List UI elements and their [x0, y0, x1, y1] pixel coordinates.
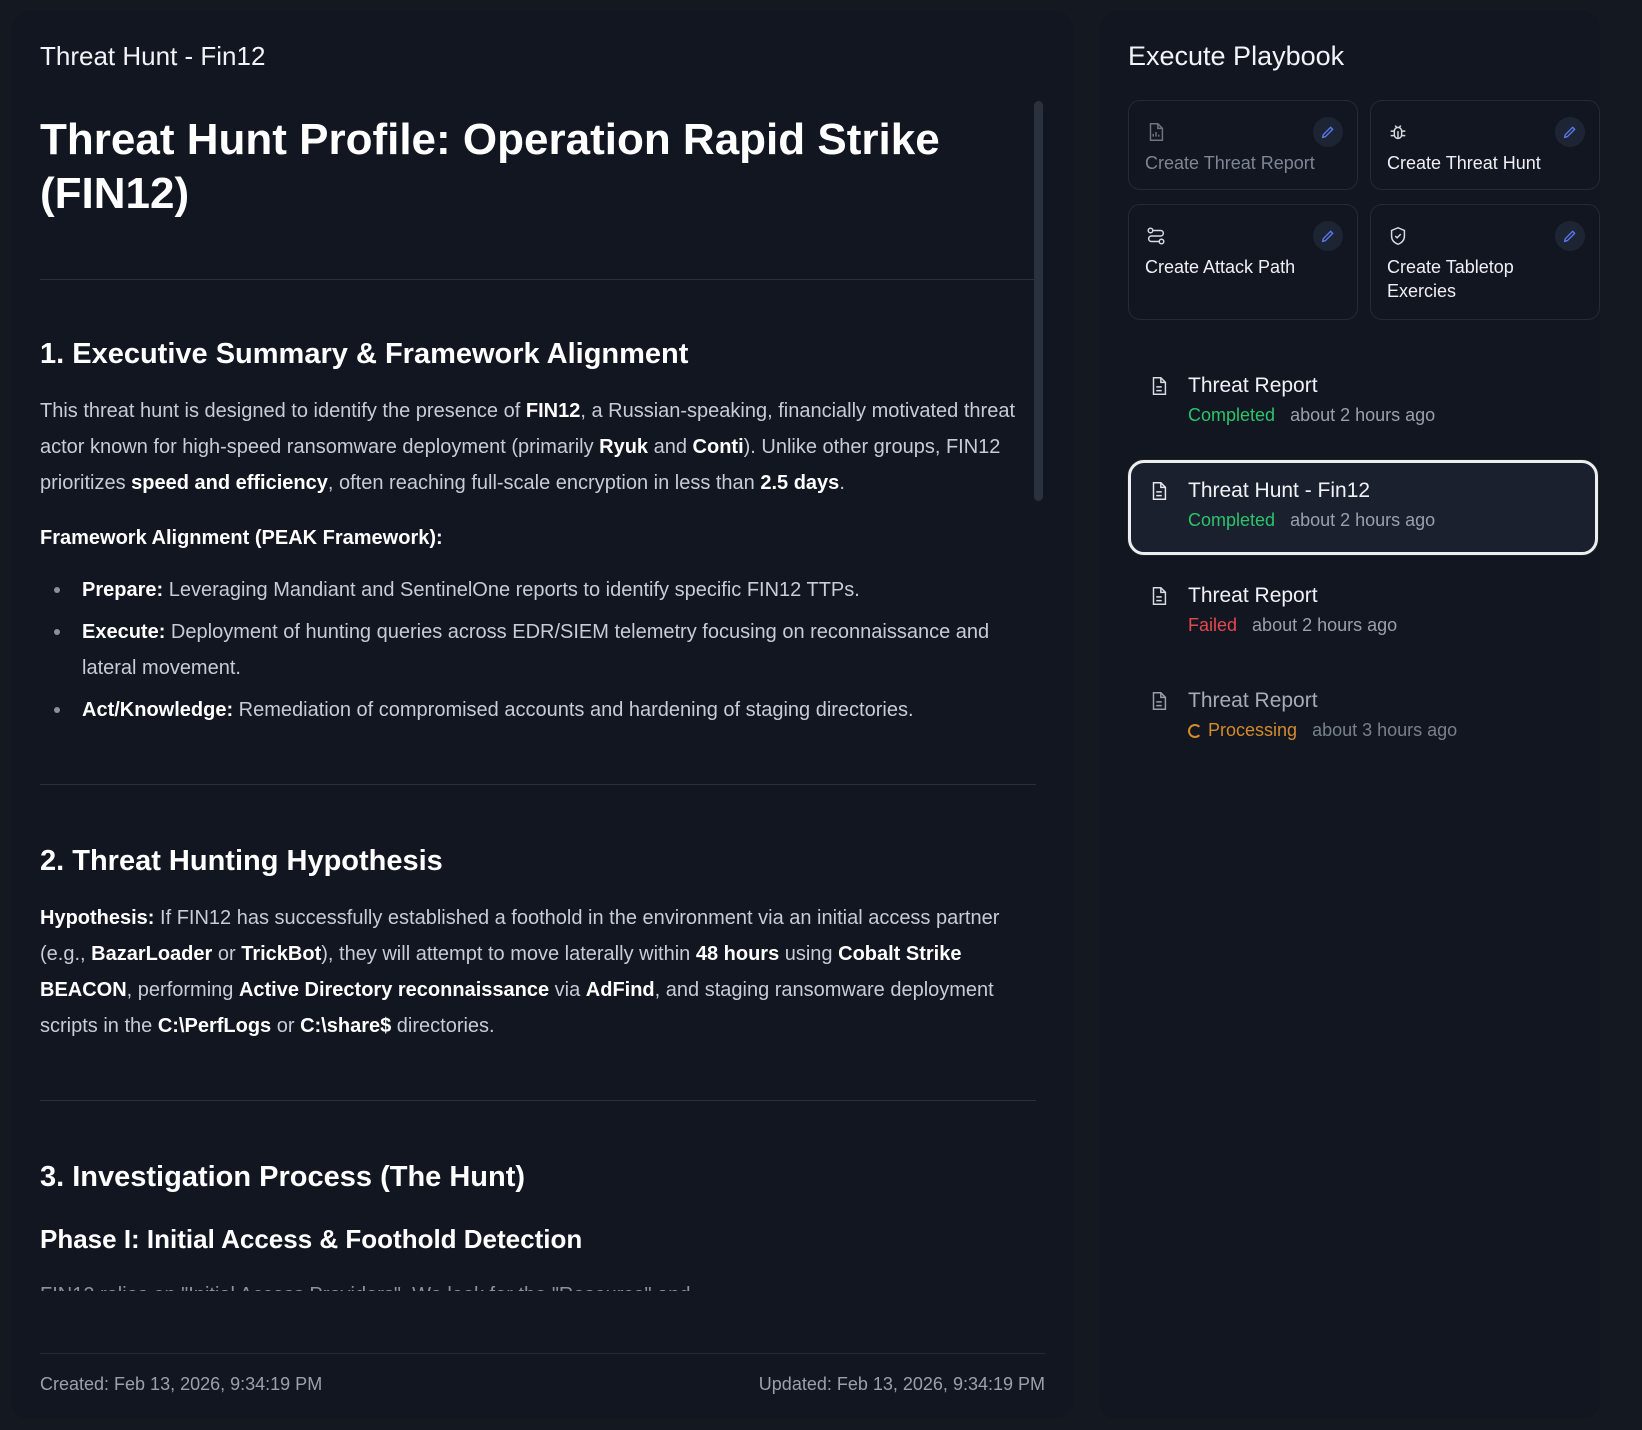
- status-badge: Completed: [1188, 510, 1276, 530]
- edit-pencil-icon[interactable]: [1555, 117, 1585, 147]
- edit-pencil-icon[interactable]: [1313, 221, 1343, 251]
- edit-pencil-icon[interactable]: [1313, 117, 1343, 147]
- create-threat-hunt-card[interactable]: Create Threat Hunt: [1370, 100, 1600, 190]
- document-panel: Threat Hunt - Fin12 Threat Hunt Profile:…: [11, 11, 1073, 1419]
- run-timestamp: about 2 hours ago: [1290, 405, 1436, 425]
- run-item-threat-report[interactable]: Threat Report Processing about 3 hours a…: [1128, 670, 1598, 765]
- playbook-run-list: Threat Report Completed about 2 hours ag…: [1128, 355, 1598, 775]
- status-badge: Failed: [1188, 615, 1238, 635]
- truncated-paragraph: FIN12 relies on "Initial Access Provider…: [40, 1277, 1038, 1291]
- updated-timestamp: Updated: Feb 13, 2026, 9:34:19 PM: [758, 1374, 1045, 1394]
- card-label: Create Threat Hunt: [1387, 153, 1541, 173]
- document-scrollbar[interactable]: [1034, 101, 1043, 501]
- document-icon: [1152, 587, 1167, 605]
- divider: [40, 784, 1036, 785]
- run-timestamp: about 3 hours ago: [1312, 720, 1458, 740]
- divider: [40, 1100, 1036, 1101]
- run-title: Threat Report: [1188, 374, 1318, 397]
- document-footer: Created: Feb 13, 2026, 9:34:19 PM Update…: [40, 1353, 1045, 1394]
- section-heading-investigation: 3. Investigation Process (The Hunt): [40, 1161, 526, 1193]
- playbook-action-grid: Create Threat Report Create Threat Hunt …: [1128, 100, 1600, 320]
- create-threat-report-card[interactable]: Create Threat Report: [1128, 100, 1358, 190]
- edit-pencil-icon[interactable]: [1555, 221, 1585, 251]
- playbook-panel: Execute Playbook Create Threat Report Cr…: [1099, 11, 1600, 1419]
- hypothesis-paragraph: Hypothesis: If FIN12 has successfully es…: [40, 907, 1000, 1037]
- list-item: Prepare: Leveraging Mandiant and Sentine…: [40, 572, 1038, 608]
- section-heading-hypothesis: 2. Threat Hunting Hypothesis: [40, 845, 443, 877]
- phase-heading: Phase I: Initial Access & Foothold Detec…: [40, 1224, 583, 1254]
- route-icon: [1147, 227, 1165, 245]
- run-item-threat-hunt[interactable]: Threat Hunt - Fin12 Completed about 2 ho…: [1128, 460, 1598, 555]
- card-label: Create Tabletop Exercies: [1387, 257, 1514, 301]
- run-timestamp: about 2 hours ago: [1290, 510, 1436, 530]
- shield-check-icon: [1390, 226, 1406, 246]
- spinner-icon: [1188, 724, 1202, 738]
- document-title: Threat Hunt Profile: Operation Rapid Str…: [40, 115, 940, 218]
- run-title: Threat Hunt - Fin12: [1188, 479, 1371, 502]
- executive-summary-paragraph: This threat hunt is designed to identify…: [40, 400, 1015, 494]
- status-badge: Processing: [1208, 720, 1298, 740]
- list-item: Execute: Deployment of hunting queries a…: [40, 614, 1038, 686]
- status-badge: Completed: [1188, 405, 1276, 425]
- playbook-title: Execute Playbook: [1128, 41, 1345, 71]
- card-label: Create Threat Report: [1145, 153, 1315, 173]
- divider: [40, 279, 1036, 280]
- run-item-threat-report[interactable]: Threat Report Completed about 2 hours ag…: [1128, 355, 1598, 450]
- run-timestamp: about 2 hours ago: [1252, 615, 1398, 635]
- section-heading-executive-summary: 1. Executive Summary & Framework Alignme…: [40, 338, 689, 370]
- document-scroll-area[interactable]: Threat Hunt Profile: Operation Rapid Str…: [40, 99, 1040, 1334]
- report-chart-icon: [1149, 123, 1164, 141]
- create-tabletop-exercises-card[interactable]: Create Tabletop Exercies: [1370, 204, 1600, 320]
- card-label: Create Attack Path: [1145, 257, 1296, 277]
- bug-icon: [1390, 125, 1406, 140]
- list-item: Act/Knowledge: Remediation of compromise…: [40, 692, 1038, 728]
- framework-bullet-list: Prepare: Leveraging Mandiant and Sentine…: [40, 572, 1038, 728]
- run-title: Threat Report: [1188, 584, 1318, 607]
- run-item-threat-report[interactable]: Threat Report Failed about 2 hours ago: [1128, 565, 1598, 660]
- create-attack-path-card[interactable]: Create Attack Path: [1128, 204, 1358, 320]
- framework-alignment-label: Framework Alignment (PEAK Framework):: [40, 527, 443, 549]
- run-title: Threat Report: [1188, 689, 1318, 712]
- document-panel-title: Threat Hunt - Fin12: [40, 41, 266, 71]
- document-icon: [1152, 377, 1167, 395]
- document-icon: [1152, 482, 1167, 500]
- document-icon: [1152, 692, 1167, 710]
- created-timestamp: Created: Feb 13, 2026, 9:34:19 PM: [40, 1374, 323, 1394]
